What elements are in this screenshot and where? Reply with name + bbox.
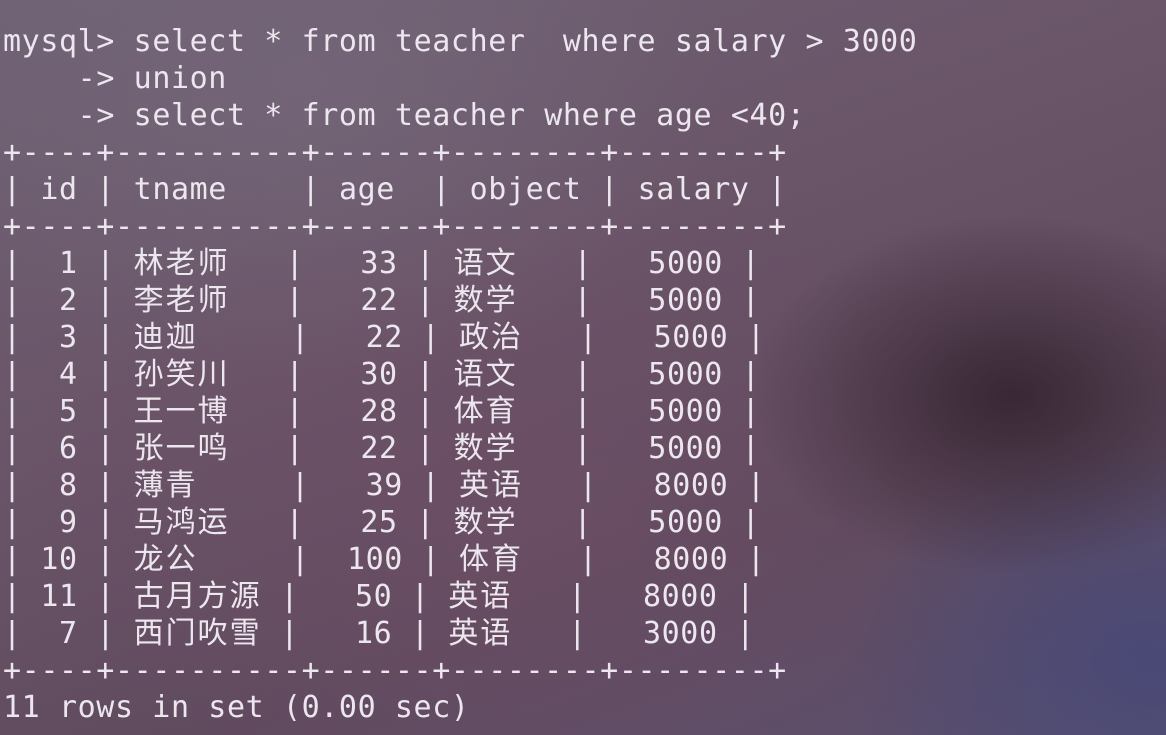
table-border-top: +----+----------+------+--------+-------… <box>3 135 787 170</box>
query-line-3: -> select * from teacher where age <40; <box>3 97 917 134</box>
cell-salary: 3000 <box>642 616 718 651</box>
cell-salary: 8000 <box>642 579 718 614</box>
result-summary: 11 rows in set (0.00 sec) <box>3 690 470 725</box>
query-text: select * from teacher where salary > 300… <box>133 24 918 59</box>
cell-object: 数学 <box>453 283 518 318</box>
table-row: | 5 | 王一博 | 28 | 体育 | 5000 | <box>3 394 761 429</box>
table-header-row: | id | tname | age | object | salary | <box>3 172 787 207</box>
column-header-object: object <box>469 172 582 207</box>
table-row: | 8 | 薄青 | 39 | 英语 | 8000 | <box>3 468 766 503</box>
cell-id: 5 <box>59 394 78 429</box>
cell-tname: 王一博 <box>133 394 230 429</box>
cell-age: 25 <box>360 505 398 540</box>
cell-salary: 5000 <box>648 246 723 281</box>
cell-salary: 5000 <box>648 394 723 429</box>
terminal-output: mysql> select * from teacher where salar… <box>3 23 917 726</box>
query-text: union <box>133 61 227 96</box>
cell-object: 语文 <box>453 246 518 281</box>
query-line-2: -> union <box>3 60 917 97</box>
cell-age: 16 <box>354 616 393 651</box>
continuation-prompt: -> <box>77 98 115 133</box>
cell-id: 3 <box>59 320 78 355</box>
cell-id: 6 <box>59 431 78 466</box>
table-row: | 11 | 古月方源 | 50 | 英语 | 8000 | <box>3 579 755 614</box>
cell-salary: 8000 <box>653 468 729 503</box>
cell-id: 10 <box>40 542 78 577</box>
cell-id: 1 <box>59 246 78 281</box>
column-header-id: id <box>40 172 78 207</box>
cell-age: 22 <box>360 283 398 318</box>
cell-id: 7 <box>59 616 78 651</box>
cell-object: 英语 <box>458 468 523 503</box>
table-border-header: +----+----------+------+--------+-------… <box>3 209 787 244</box>
cell-salary: 5000 <box>648 505 723 540</box>
query-text: select * from teacher where age <40; <box>133 98 806 133</box>
cell-tname: 李老师 <box>133 283 230 318</box>
column-header-salary: salary <box>637 172 750 207</box>
cell-salary: 5000 <box>648 431 723 466</box>
cell-tname: 西门吹雪 <box>133 616 262 651</box>
cell-age: 50 <box>354 579 393 614</box>
cell-tname: 迪迦 <box>133 320 198 355</box>
table-row: | 10 | 龙公 | 100 | 体育 | 8000 | <box>3 542 766 577</box>
table-row: | 4 | 孙笑川 | 30 | 语文 | 5000 | <box>3 357 761 392</box>
cell-age: 39 <box>365 468 403 503</box>
cell-age: 22 <box>360 431 398 466</box>
table-border-bottom: +----+----------+------+--------+-------… <box>3 653 787 688</box>
cell-age: 28 <box>360 394 398 429</box>
cell-tname: 林老师 <box>133 246 230 281</box>
cell-tname: 孙笑川 <box>133 357 230 392</box>
cell-id: 2 <box>59 283 78 318</box>
column-header-tname: tname <box>133 172 227 207</box>
cell-object: 体育 <box>453 394 518 429</box>
continuation-prompt: -> <box>77 61 115 96</box>
cell-object: 语文 <box>453 357 518 392</box>
cell-salary: 5000 <box>653 320 729 355</box>
table-row: | 3 | 迪迦 | 22 | 政治 | 5000 | <box>3 320 766 355</box>
table-row: | 9 | 马鸿运 | 25 | 数学 | 5000 | <box>3 505 761 540</box>
table-row: | 1 | 林老师 | 33 | 语文 | 5000 | <box>3 246 761 281</box>
cell-tname: 张一鸣 <box>133 431 230 466</box>
cell-age: 30 <box>360 357 398 392</box>
cell-id: 11 <box>40 579 78 614</box>
table-row: | 2 | 李老师 | 22 | 数学 | 5000 | <box>3 283 761 318</box>
cell-object: 体育 <box>458 542 523 577</box>
cell-tname: 古月方源 <box>133 579 262 614</box>
cell-salary: 8000 <box>653 542 729 577</box>
cell-id: 8 <box>59 468 78 503</box>
cell-age: 33 <box>360 246 398 281</box>
mysql-prompt: mysql> <box>3 24 115 59</box>
cell-id: 9 <box>59 505 78 540</box>
cell-age: 100 <box>346 542 403 577</box>
table-row: | 7 | 西门吹雪 | 16 | 英语 | 3000 | <box>3 616 755 651</box>
cell-object: 数学 <box>453 505 518 540</box>
cell-salary: 5000 <box>648 283 723 318</box>
cell-tname: 马鸿运 <box>133 505 230 540</box>
cell-object: 英语 <box>448 579 513 614</box>
cell-object: 英语 <box>448 616 513 651</box>
cell-object: 政治 <box>458 320 523 355</box>
column-header-age: age <box>338 172 395 207</box>
cell-object: 数学 <box>453 431 518 466</box>
cell-id: 4 <box>59 357 78 392</box>
cell-salary: 5000 <box>648 357 723 392</box>
cell-tname: 薄青 <box>133 468 198 503</box>
table-row: | 6 | 张一鸣 | 22 | 数学 | 5000 | <box>3 431 761 466</box>
cell-tname: 龙公 <box>133 542 198 577</box>
query-line-1: mysql> select * from teacher where salar… <box>3 23 917 60</box>
cell-age: 22 <box>365 320 403 355</box>
